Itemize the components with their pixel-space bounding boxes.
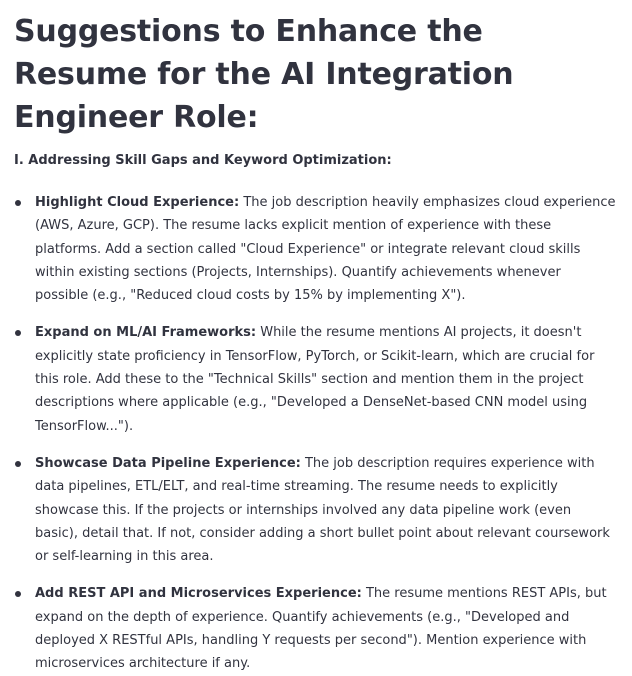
section-heading: I. Addressing Skill Gaps and Keyword Opt… [14,153,392,168]
suggestion-text: The job description heavily emphasizes c… [35,195,616,304]
list-item: Add REST API and Microservices Experienc… [14,582,618,675]
list-item: Highlight Cloud Experience: The job desc… [14,191,618,307]
page-title: Suggestions to Enhance the Resume for th… [14,14,514,135]
suggestion-lead: Add REST API and Microservices Experienc… [35,586,362,602]
list-item: Expand on ML/AI Frameworks: While the re… [14,321,618,437]
suggestion-lead: Showcase Data Pipeline Experience: [35,455,301,471]
bullet-icon [15,330,21,337]
suggestion-list: Highlight Cloud Experience: The job desc… [14,191,618,676]
suggestion-lead: Highlight Cloud Experience: [35,195,240,210]
suggestion-text: The job description requires experience … [35,455,610,565]
suggestion-lead: Expand on ML/AI Frameworks: [35,325,257,341]
suggestion-text: While the resume mentions AI projects, i… [35,325,595,434]
bullet-icon [15,200,21,206]
bullet-icon [15,591,21,598]
list-item: Showcase Data Pipeline Experience: The j… [14,452,618,568]
document-page: Suggestions to Enhance the Resume for th… [0,0,632,671]
bullet-icon [15,460,21,467]
